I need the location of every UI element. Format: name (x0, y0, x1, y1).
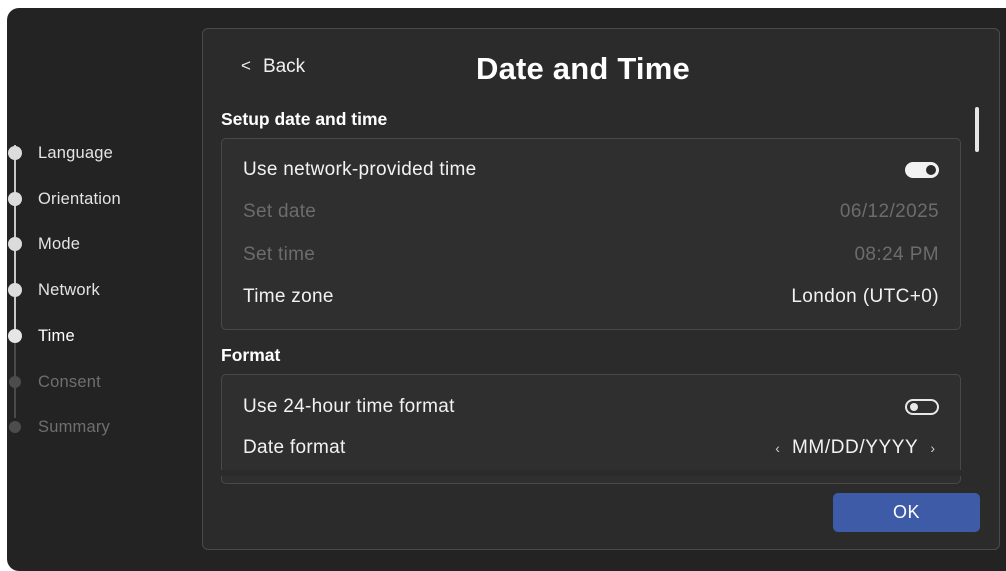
step-consent: Consent (8, 372, 101, 392)
back-label: Back (262, 56, 306, 77)
page-title: Date and Time (476, 51, 690, 86)
set-time-value: 08:24 PM (854, 244, 939, 265)
date-format-selector[interactable]: ‹ MM/DD/YYYY › (771, 437, 939, 459)
chevron-right-icon[interactable]: › (926, 440, 939, 456)
hour24-row: Use 24-hour time format (243, 394, 939, 420)
step-dot (8, 283, 22, 297)
step-mode: Mode (8, 234, 80, 254)
step-label: Consent (38, 372, 101, 391)
step-orientation: Orientation (8, 189, 121, 209)
step-label: Summary (38, 417, 110, 436)
step-dot (8, 192, 22, 206)
chevron-left-icon[interactable]: ‹ (771, 440, 784, 456)
step-label: Language (38, 143, 114, 162)
scroll-clip-edge (203, 470, 999, 476)
network-time-row: Use network-provided time (243, 157, 939, 183)
time-zone-label: Time zone (243, 286, 334, 307)
step-network: Network (8, 280, 100, 300)
step-label: Time (38, 326, 75, 345)
step-dot (9, 421, 21, 433)
toggle-knob (926, 165, 936, 175)
network-time-toggle[interactable] (905, 162, 939, 178)
chevron-left-icon: < (241, 56, 251, 75)
step-summary: Summary (8, 417, 110, 437)
set-time-label: Set time (243, 244, 316, 265)
step-language: Language (8, 143, 113, 163)
step-label: Orientation (38, 189, 121, 208)
date-format-row: Date format ‹ MM/DD/YYYY › (243, 435, 939, 461)
setup-section-title: Setup date and time (221, 109, 388, 129)
date-format-value: MM/DD/YYYY (791, 437, 919, 458)
time-zone-value[interactable]: London (UTC+0) (791, 286, 939, 308)
time-zone-row[interactable]: Time zone London (UTC+0) (243, 284, 939, 310)
ok-button[interactable]: OK (833, 493, 980, 532)
step-dot (9, 376, 21, 388)
network-time-label: Use network-provided time (243, 159, 477, 180)
set-date-value: 06/12/2025 (839, 201, 939, 222)
date-format-label: Date format (243, 437, 346, 458)
format-card (221, 374, 961, 484)
step-label: Mode (38, 234, 81, 253)
toggle-knob (910, 403, 918, 411)
setup-stepper: Language Orientation Mode Network Time C… (0, 0, 195, 571)
step-label: Network (38, 280, 100, 299)
set-time-row: Set time 08:24 PM (243, 242, 939, 268)
hour24-toggle[interactable] (905, 399, 939, 415)
set-date-row: Set date 06/12/2025 (243, 199, 939, 225)
set-date-label: Set date (243, 201, 317, 222)
hour24-label: Use 24-hour time format (243, 396, 455, 417)
step-dot (8, 329, 22, 343)
step-dot (8, 146, 22, 160)
scrollbar-thumb[interactable] (975, 107, 979, 152)
step-time: Time (8, 326, 75, 346)
format-section-title: Format (221, 345, 281, 365)
back-button[interactable]: < Back (241, 56, 305, 78)
step-dot (8, 237, 22, 251)
